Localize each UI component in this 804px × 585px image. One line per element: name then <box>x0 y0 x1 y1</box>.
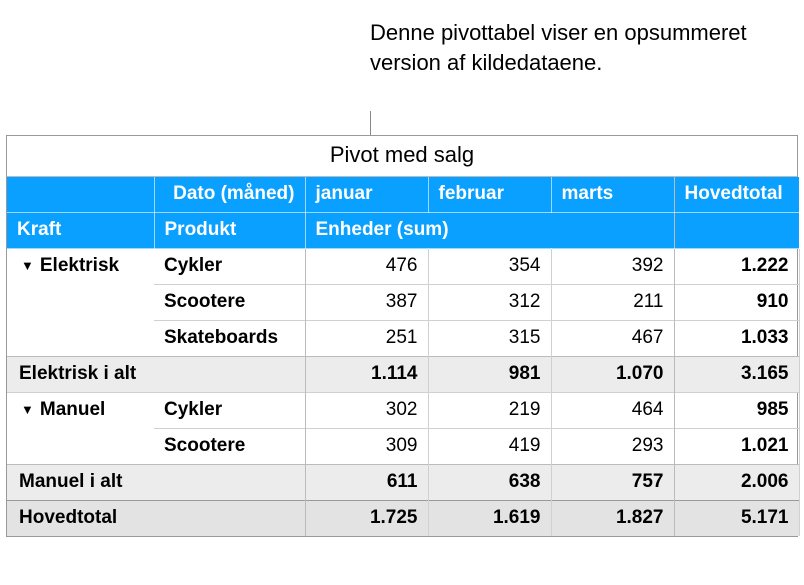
cell-value: 211 <box>551 285 674 321</box>
product-label: Cykler <box>154 249 305 285</box>
header-row-2: Kraft Produkt Enheder (sum) <box>7 213 799 249</box>
subtotal-row-elektrisk: Elektrisk i alt 1.114 981 1.070 3.165 <box>7 357 799 393</box>
table-row: ▼ Elektrisk Cykler 476 354 392 1.222 <box>7 249 799 285</box>
cell-value: 392 <box>551 249 674 285</box>
subtotal-value: 1.070 <box>551 357 674 393</box>
row-total: 1.033 <box>674 321 799 357</box>
row-total: 985 <box>674 393 799 429</box>
header-kraft[interactable]: Kraft <box>7 213 154 249</box>
group-name: Elektrisk <box>40 255 119 276</box>
caption-text: Denne pivottabel viser en opsummeret ver… <box>370 18 804 77</box>
cell-value: 309 <box>305 429 428 465</box>
table-title: Pivot med salg <box>7 136 797 177</box>
product-label: Skateboards <box>154 321 305 357</box>
subtotal-value: 611 <box>305 465 428 501</box>
header-blank <box>7 177 154 213</box>
row-total: 1.222 <box>674 249 799 285</box>
grand-total-value: 1.827 <box>551 501 674 537</box>
subtotal-label: Elektrisk i alt <box>7 357 305 393</box>
header-month-jan[interactable]: januar <box>305 177 428 213</box>
header-blank-2 <box>674 213 799 249</box>
header-values-label: Enheder (sum) <box>305 213 674 249</box>
header-grand-total: Hovedtotal <box>674 177 799 213</box>
product-label: Cykler <box>154 393 305 429</box>
grand-total-value: 1.725 <box>305 501 428 537</box>
group-name: Manuel <box>40 399 105 420</box>
subtotal-value: 757 <box>551 465 674 501</box>
subtotal-row-manuel: Manuel i alt 611 638 757 2.006 <box>7 465 799 501</box>
row-total: 1.021 <box>674 429 799 465</box>
disclosure-triangle-icon[interactable]: ▼ <box>21 402 34 417</box>
cell-value: 251 <box>305 321 428 357</box>
subtotal-total: 3.165 <box>674 357 799 393</box>
subtotal-label: Manuel i alt <box>7 465 305 501</box>
group-toggle-manuel[interactable]: ▼ Manuel <box>7 393 154 465</box>
grand-total-row: Hovedtotal 1.725 1.619 1.827 5.171 <box>7 501 799 537</box>
header-row-1: Dato (måned) januar februar marts Hovedt… <box>7 177 799 213</box>
cell-value: 302 <box>305 393 428 429</box>
subtotal-value: 638 <box>428 465 551 501</box>
group-toggle-elektrisk[interactable]: ▼ Elektrisk <box>7 249 154 357</box>
grand-total-value: 1.619 <box>428 501 551 537</box>
cell-value: 476 <box>305 249 428 285</box>
cell-value: 464 <box>551 393 674 429</box>
cell-value: 354 <box>428 249 551 285</box>
cell-value: 419 <box>428 429 551 465</box>
row-total: 910 <box>674 285 799 321</box>
grand-total-total: 5.171 <box>674 501 799 537</box>
callout-line <box>370 111 371 137</box>
pivot-grid: Dato (måned) januar februar marts Hovedt… <box>7 177 800 536</box>
header-date-label: Dato (måned) <box>154 177 305 213</box>
table-row: ▼ Manuel Cykler 302 219 464 985 <box>7 393 799 429</box>
disclosure-triangle-icon[interactable]: ▼ <box>21 258 34 273</box>
subtotal-total: 2.006 <box>674 465 799 501</box>
header-produkt[interactable]: Produkt <box>154 213 305 249</box>
product-label: Scootere <box>154 285 305 321</box>
cell-value: 467 <box>551 321 674 357</box>
pivot-table: Pivot med salg Dato (måned) januar febru… <box>6 135 798 537</box>
cell-value: 315 <box>428 321 551 357</box>
header-month-mar[interactable]: marts <box>551 177 674 213</box>
subtotal-value: 1.114 <box>305 357 428 393</box>
grand-total-label: Hovedtotal <box>7 501 305 537</box>
cell-value: 312 <box>428 285 551 321</box>
cell-value: 293 <box>551 429 674 465</box>
subtotal-value: 981 <box>428 357 551 393</box>
header-month-feb[interactable]: februar <box>428 177 551 213</box>
cell-value: 387 <box>305 285 428 321</box>
product-label: Scootere <box>154 429 305 465</box>
cell-value: 219 <box>428 393 551 429</box>
